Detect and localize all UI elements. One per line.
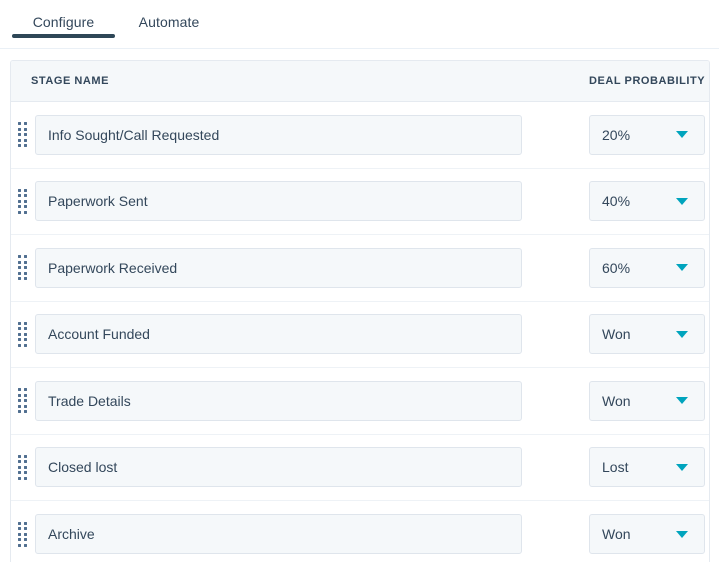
- drag-handle-icon[interactable]: [17, 521, 27, 547]
- deal-probability-select[interactable]: 40%: [589, 181, 705, 222]
- tabs-divider: [0, 48, 719, 49]
- chevron-down-icon: [676, 330, 688, 338]
- drag-handle-icon[interactable]: [17, 255, 27, 281]
- pipeline-stages-page: Configure Automate STAGE NAME DEAL PROBA…: [0, 0, 719, 562]
- table-row: Won: [11, 368, 709, 435]
- drag-handle-icon[interactable]: [17, 188, 27, 214]
- stage-name-input[interactable]: [35, 181, 522, 222]
- drag-handle-icon[interactable]: [17, 388, 27, 414]
- tab-active-underline: [12, 34, 115, 38]
- table-row: Lost: [11, 434, 709, 501]
- deal-probability-select[interactable]: Won: [589, 314, 705, 355]
- deal-probability-value: Won: [602, 326, 631, 343]
- table-row: 20%: [11, 102, 709, 169]
- tab-automate-label: Automate: [138, 13, 200, 30]
- column-header-stage-name: STAGE NAME: [31, 75, 110, 87]
- table-row: Won: [11, 301, 709, 368]
- deal-probability-value: 40%: [602, 193, 631, 210]
- table-row: Won: [11, 501, 709, 562]
- deal-probability-value: Won: [602, 526, 631, 543]
- deal-probability-select[interactable]: 60%: [589, 247, 705, 288]
- chevron-down-icon: [676, 397, 688, 405]
- stage-name-input[interactable]: [35, 447, 522, 488]
- chevron-down-icon: [676, 530, 688, 538]
- deal-probability-select[interactable]: Lost: [589, 447, 705, 488]
- drag-handle-icon[interactable]: [17, 454, 27, 480]
- drag-handle-icon[interactable]: [17, 122, 27, 148]
- chevron-down-icon: [676, 264, 688, 272]
- deal-probability-select[interactable]: 20%: [589, 114, 705, 155]
- table-body: 20% 40% 60% Won: [11, 102, 709, 562]
- stage-name-input[interactable]: [35, 247, 522, 288]
- table-row: 40%: [11, 168, 709, 235]
- stage-name-input[interactable]: [35, 514, 522, 555]
- chevron-down-icon: [676, 131, 688, 139]
- deal-probability-value: Won: [602, 392, 631, 409]
- stage-name-input[interactable]: [35, 114, 522, 155]
- deal-probability-select[interactable]: Won: [589, 380, 705, 421]
- deal-probability-select[interactable]: Won: [589, 514, 705, 555]
- column-header-deal-probability: DEAL PROBABILITY: [589, 75, 706, 87]
- drag-handle-icon[interactable]: [17, 321, 27, 347]
- table-row: 60%: [11, 235, 709, 302]
- deal-probability-value: 20%: [602, 126, 631, 143]
- tab-configure[interactable]: Configure: [12, 0, 115, 43]
- deal-probability-value: Lost: [602, 459, 629, 476]
- deal-probability-value: 60%: [602, 259, 631, 276]
- tab-bar: Configure Automate: [0, 0, 719, 43]
- tab-automate[interactable]: Automate: [115, 0, 223, 43]
- table-header-row: STAGE NAME DEAL PROBABILITY: [11, 61, 709, 102]
- tab-configure-label: Configure: [32, 13, 95, 30]
- stage-name-input[interactable]: [35, 314, 522, 355]
- stages-table: STAGE NAME DEAL PROBABILITY 20% 40% 60%: [10, 60, 710, 562]
- chevron-down-icon: [676, 463, 688, 471]
- stage-name-input[interactable]: [35, 380, 522, 421]
- chevron-down-icon: [676, 197, 688, 205]
